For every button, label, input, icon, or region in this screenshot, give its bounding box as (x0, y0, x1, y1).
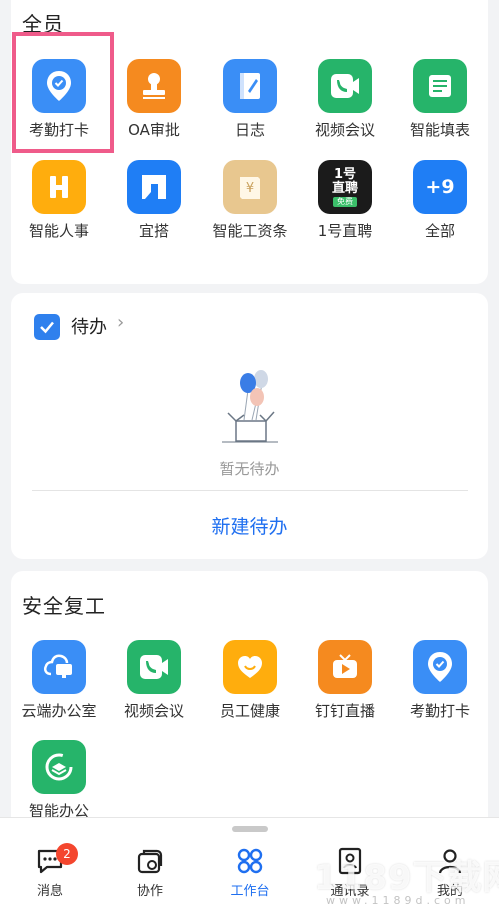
empty-todo-text: 暂无待办 (219, 460, 280, 478)
more-icon: +9 (413, 160, 467, 214)
app-smart-office[interactable]: 智能办公 (11, 740, 107, 821)
app-label: OA审批 (128, 121, 180, 139)
nav-workbench[interactable]: 工作台 (210, 846, 290, 899)
nav-messages[interactable]: 消息 (10, 846, 90, 899)
app-payslip[interactable]: ¥ 智能工资条 (202, 160, 298, 241)
app-smart-hr[interactable]: 智能人事 (11, 160, 107, 241)
recruit-icon-tag: 免费 (333, 196, 357, 207)
chevron-right-icon[interactable]: › (117, 312, 124, 333)
app-label: 云端办公室 (21, 702, 97, 720)
app-recruit[interactable]: 1号 直聘 免费 1号直聘 (297, 160, 393, 241)
more-count: +9 (425, 176, 455, 198)
nav-collab[interactable]: 协作 (110, 846, 190, 899)
unread-badge: 2 (56, 843, 78, 865)
app-log[interactable]: 日志 (202, 59, 298, 140)
app-label: 1号直聘 (317, 222, 373, 240)
recruit-icon-text: 直聘 (331, 180, 358, 196)
todo-title[interactable]: 待办 (71, 313, 107, 339)
cloud-office-icon (32, 640, 86, 694)
recruit-icon: 1号 直聘 免费 (318, 160, 372, 214)
live-icon (318, 640, 372, 694)
app-live[interactable]: 钉钉直播 (297, 640, 393, 721)
app-cloud-office[interactable]: 云端办公室 (11, 640, 107, 721)
app-oa-approval[interactable]: OA审批 (106, 59, 202, 140)
app-label: 全部 (424, 222, 455, 240)
site-watermark-url: www.1189d.com (326, 894, 470, 907)
health-icon (223, 640, 277, 694)
app-video-meeting-2[interactable]: 视频会议 (106, 640, 202, 721)
app-label: 智能工资条 (212, 222, 288, 240)
nav-label: 协作 (136, 884, 163, 899)
empty-box-illustration (222, 370, 278, 443)
collab-icon (137, 849, 163, 874)
hr-icon (32, 160, 86, 214)
app-label: 智能人事 (28, 222, 89, 240)
video-meeting-icon (127, 640, 181, 694)
svg-text:¥: ¥ (246, 181, 254, 196)
form-icon (413, 59, 467, 113)
section-title-safe: 安全复工 (22, 594, 106, 618)
approval-stamp-icon (127, 59, 181, 113)
app-employee-health[interactable]: 员工健康 (202, 640, 298, 721)
nav-label: 工作台 (230, 884, 270, 899)
site-watermark: 1189下载网 (314, 858, 499, 898)
workbench-icon (237, 848, 263, 874)
app-attendance-2[interactable]: 考勤打卡 (392, 640, 488, 721)
app-label: 视频会议 (123, 702, 184, 720)
video-meeting-icon (318, 59, 372, 113)
app-label: 员工健康 (219, 702, 280, 720)
app-label: 宜搭 (138, 222, 169, 240)
app-label: 钉钉直播 (314, 702, 375, 720)
highlight-box (12, 32, 114, 153)
app-yida[interactable]: 宜搭 (106, 160, 202, 241)
new-todo-button[interactable]: 新建待办 (0, 512, 499, 539)
yida-icon (127, 160, 181, 214)
smart-office-icon (32, 740, 86, 794)
app-label: 考勤打卡 (409, 702, 470, 720)
log-icon (223, 59, 277, 113)
app-video-meeting[interactable]: 视频会议 (297, 59, 393, 140)
app-label: 智能填表 (409, 121, 470, 139)
todo-checkbox[interactable] (34, 314, 60, 340)
nav-label: 消息 (36, 884, 63, 899)
app-all[interactable]: +9 全部 (392, 160, 488, 241)
payslip-icon: ¥ (223, 160, 277, 214)
recruit-icon-text: 1号 (333, 166, 357, 182)
app-smart-form[interactable]: 智能填表 (392, 59, 488, 140)
divider (32, 490, 468, 491)
app-label: 日志 (234, 121, 265, 139)
drag-handle[interactable] (232, 826, 268, 832)
app-label: 视频会议 (314, 121, 375, 139)
attendance-icon (413, 640, 467, 694)
